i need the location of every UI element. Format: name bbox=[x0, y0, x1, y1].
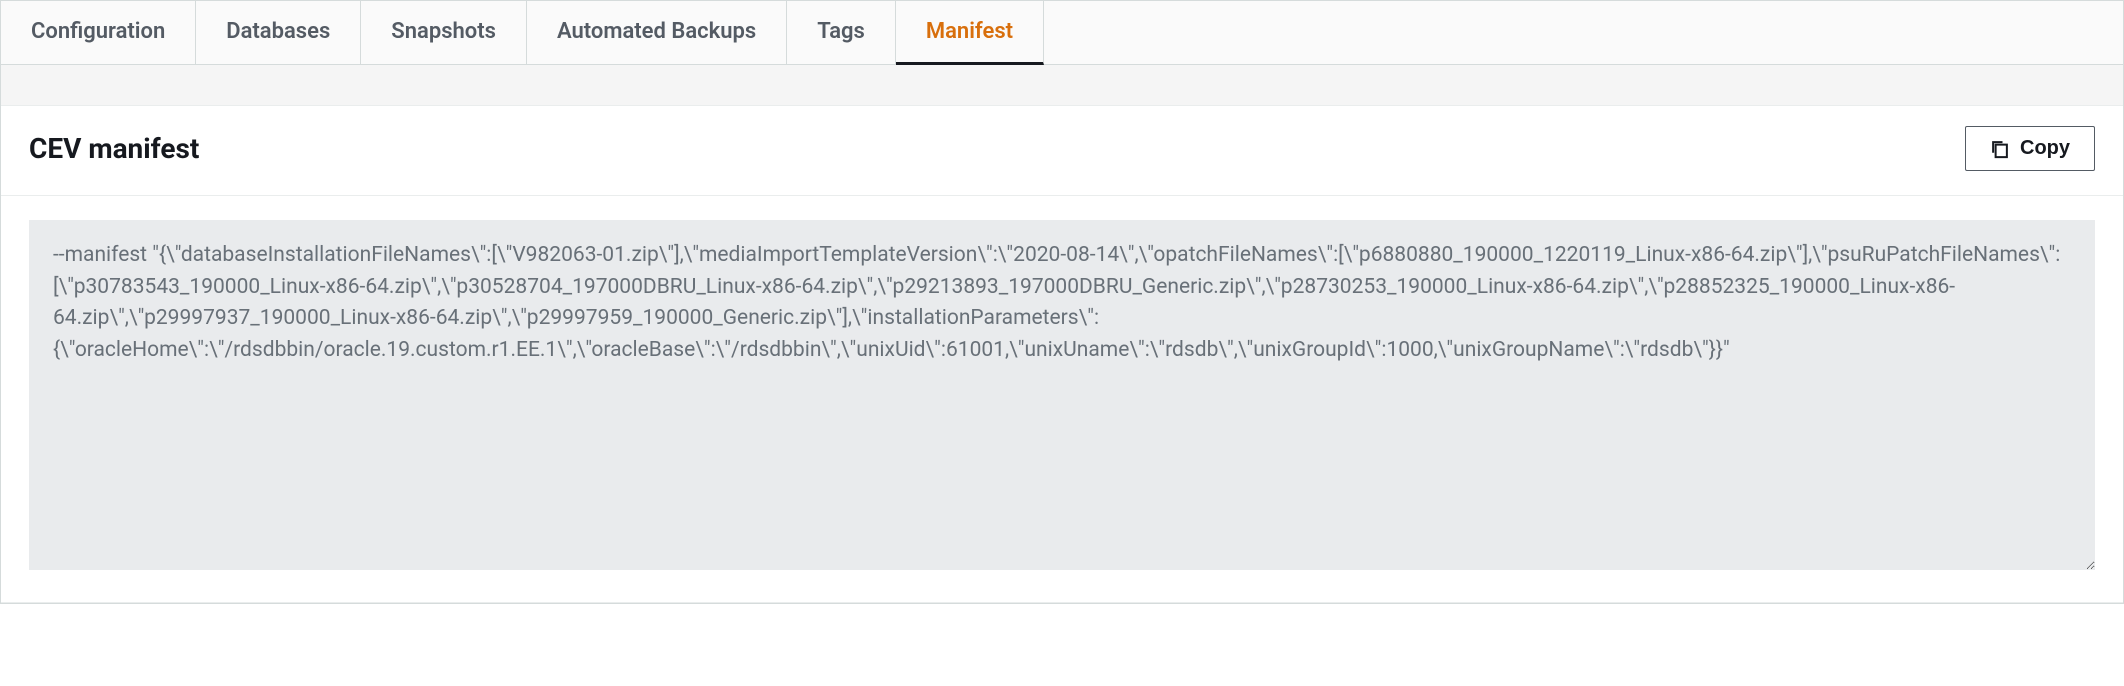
tab-automated-backups[interactable]: Automated Backups bbox=[527, 1, 787, 64]
panel-header: CEV manifest Copy bbox=[1, 106, 2123, 196]
tab-manifest[interactable]: Manifest bbox=[896, 1, 1044, 65]
panel-title: CEV manifest bbox=[29, 132, 199, 165]
copy-button-label: Copy bbox=[2020, 137, 2070, 160]
panel-body bbox=[1, 196, 2123, 602]
tab-databases[interactable]: Databases bbox=[196, 1, 361, 64]
copy-button[interactable]: Copy bbox=[1965, 126, 2095, 171]
main-container: Configuration Databases Snapshots Automa… bbox=[0, 0, 2124, 604]
copy-icon bbox=[1990, 139, 2010, 159]
tab-configuration[interactable]: Configuration bbox=[1, 1, 196, 64]
content-area: CEV manifest Copy bbox=[1, 65, 2123, 603]
manifest-panel: CEV manifest Copy bbox=[1, 105, 2123, 603]
tab-snapshots[interactable]: Snapshots bbox=[361, 1, 527, 64]
tab-bar: Configuration Databases Snapshots Automa… bbox=[1, 1, 2123, 65]
manifest-textarea[interactable] bbox=[29, 220, 2095, 570]
tab-tags[interactable]: Tags bbox=[787, 1, 896, 64]
